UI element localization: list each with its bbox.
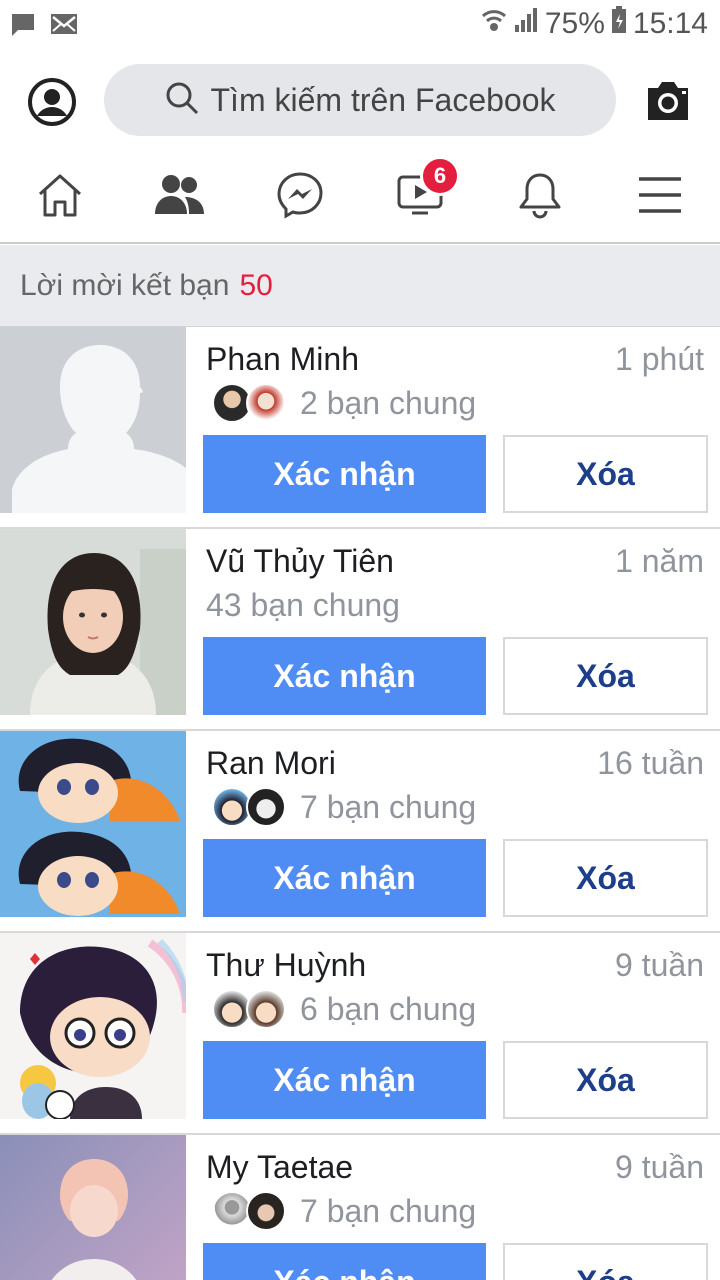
battery-icon [611, 6, 627, 42]
avatar[interactable] [0, 1135, 186, 1280]
friend-request-item: Phan Minh 1 phút 2 bạn chung Xác nhận Xó… [0, 327, 720, 529]
home-icon[interactable] [35, 170, 85, 220]
confirm-button[interactable]: Xác nhận [203, 839, 486, 917]
friend-requests-title: Lời mời kết bạn [20, 268, 230, 302]
request-time: 9 tuần [615, 947, 704, 983]
delete-button[interactable]: Xóa [503, 637, 708, 715]
signal-icon [513, 7, 539, 41]
mutual-count: 43 bạn chung [206, 586, 400, 623]
mutual-friends[interactable]: 7 bạn chung [212, 785, 476, 829]
avatar[interactable] [0, 327, 186, 513]
search-input[interactable]: Tìm kiếm trên Facebook [104, 64, 616, 136]
confirm-button[interactable]: Xác nhận [203, 1041, 486, 1119]
friend-request-item: Vũ Thủy Tiên 1 năm 43 bạn chung Xác nhận… [0, 529, 720, 731]
clock: 15:14 [632, 7, 708, 40]
delete-button[interactable]: Xóa [503, 435, 708, 513]
request-name[interactable]: Phan Minh [206, 341, 359, 378]
notifications-icon[interactable] [515, 170, 565, 220]
mutual-friends[interactable]: 6 bạn chung [212, 987, 476, 1031]
mutual-count: 7 bạn chung [300, 788, 477, 825]
mutual-avatar [246, 383, 286, 423]
request-name[interactable]: Vũ Thủy Tiên [206, 543, 394, 580]
friend-requests-header: Lời mời kết bạn 50 [0, 245, 720, 327]
confirm-button[interactable]: Xác nhận [203, 1243, 486, 1280]
search-icon [165, 81, 199, 120]
request-time: 16 tuần [597, 745, 704, 781]
request-name[interactable]: Thư Huỳnh [206, 947, 366, 984]
watch-badge: 6 [420, 156, 460, 196]
mutual-avatar [246, 787, 286, 827]
request-time: 9 tuần [615, 1149, 704, 1185]
search-placeholder: Tìm kiếm trên Facebook [210, 81, 556, 118]
menu-icon[interactable] [635, 170, 685, 220]
search-header: Tìm kiếm trên Facebook [0, 50, 720, 150]
delete-button[interactable]: Xóa [503, 1041, 708, 1119]
mutual-avatar [246, 1191, 286, 1231]
messenger-icon[interactable] [275, 170, 325, 220]
friend-requests-count: 50 [239, 268, 273, 302]
friends-icon[interactable] [155, 170, 205, 220]
request-name[interactable]: My Taetae [206, 1149, 353, 1186]
confirm-button[interactable]: Xác nhận [203, 637, 486, 715]
wifi-icon [481, 6, 507, 42]
status-bar: 75% 15:14 [0, 0, 720, 50]
request-name[interactable]: Ran Mori [206, 745, 336, 782]
mutual-friends[interactable]: 43 bạn chung [206, 583, 400, 627]
profile-icon[interactable] [27, 77, 77, 127]
friend-request-item: My Taetae 9 tuần 7 bạn chung Xác nhận Xó… [0, 1135, 720, 1280]
friend-request-item: Ran Mori 16 tuần 7 bạn chung Xác nhận Xó… [0, 731, 720, 933]
mutual-count: 2 bạn chung [300, 384, 477, 421]
request-time: 1 năm [615, 543, 704, 579]
avatar[interactable] [0, 933, 186, 1119]
mutual-count: 7 bạn chung [300, 1192, 477, 1229]
battery-level: 75% [544, 7, 605, 40]
friend-request-item: Thư Huỳnh 9 tuần 6 bạn chung Xác nhận Xó… [0, 933, 720, 1135]
nav-bar: 6 [0, 150, 720, 244]
delete-button[interactable]: Xóa [503, 1243, 708, 1280]
delete-button[interactable]: Xóa [503, 839, 708, 917]
camera-icon[interactable] [644, 80, 692, 122]
request-time: 1 phút [615, 341, 704, 377]
mutual-count: 6 bạn chung [300, 990, 477, 1027]
mutual-avatar [246, 989, 286, 1029]
message-icon [10, 12, 36, 43]
mutual-friends[interactable]: 7 bạn chung [212, 1189, 476, 1233]
confirm-button[interactable]: Xác nhận [203, 435, 486, 513]
avatar[interactable] [0, 529, 186, 715]
avatar[interactable] [0, 731, 186, 917]
mail-icon [50, 12, 78, 43]
mutual-friends[interactable]: 2 bạn chung [212, 381, 476, 425]
